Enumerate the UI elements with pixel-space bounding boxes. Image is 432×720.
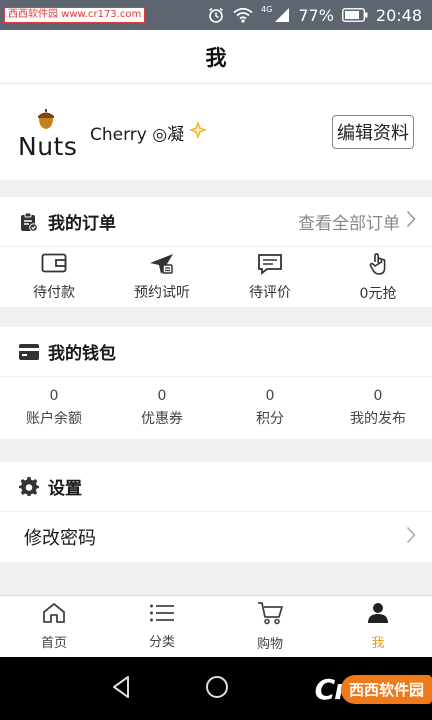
wallet-title: 我的钱包	[48, 344, 116, 364]
list-icon	[149, 603, 175, 627]
page-title: 我	[205, 45, 227, 70]
order-zero-yuan-grab-label: 0元抢	[359, 285, 397, 302]
change-password-label: 修改密码	[24, 528, 96, 549]
comment-icon	[257, 253, 283, 279]
gear-icon	[18, 476, 40, 498]
wallet-points-value: 0	[265, 388, 275, 404]
wallet-icon	[41, 253, 67, 279]
wifi-icon	[233, 7, 253, 23]
system-nav-bar: Cr 西西软件园	[0, 657, 432, 720]
wallet-coupons[interactable]: 0 优惠券	[108, 377, 216, 439]
bottom-tab-bar: 首页 分类 购物 我	[0, 595, 432, 657]
clipboard-icon	[18, 211, 40, 233]
wallet-coupons-label: 优惠券	[141, 411, 183, 427]
clock-time: 20:48	[375, 5, 422, 25]
order-trial-booking[interactable]: 预约试听	[108, 247, 216, 307]
orders-title: 我的订单	[48, 214, 116, 234]
wallet-coupons-value: 0	[157, 388, 167, 404]
username: Cherry ◎凝	[90, 120, 208, 145]
tab-shopping[interactable]: 购物	[216, 596, 324, 657]
order-zero-yuan-grab[interactable]: 0元抢	[324, 247, 432, 307]
chevron-right-icon	[406, 210, 416, 233]
home-icon	[42, 602, 66, 628]
view-all-orders-label: 查看全部订单	[298, 214, 400, 234]
settings-title: 设置	[48, 479, 82, 499]
wallet-points-label: 积分	[256, 411, 284, 427]
send-icon	[149, 253, 175, 279]
back-icon[interactable]	[108, 673, 136, 705]
wallet-my-posts-value: 0	[373, 388, 383, 404]
wallet-stats: 0 账户余额 0 优惠券 0 积分 0 我的发布	[0, 377, 432, 439]
wallet-my-posts-label: 我的发布	[350, 411, 406, 427]
settings-header: 设置	[0, 462, 432, 512]
status-icons: 4G 77% 20:48	[207, 4, 422, 25]
order-pending-payment-label: 待付款	[33, 284, 75, 301]
tab-me[interactable]: 我	[324, 596, 432, 657]
edit-profile-button[interactable]: 编辑资料	[332, 115, 414, 149]
battery-text: 77%	[298, 5, 334, 25]
wallet-balance-value: 0	[49, 388, 59, 404]
tab-home[interactable]: 首页	[0, 596, 108, 657]
acorn-icon	[38, 109, 54, 129]
title-bar: 我	[0, 30, 432, 84]
wallet-points[interactable]: 0 积分	[216, 377, 324, 439]
cart-icon	[257, 601, 283, 629]
order-trial-booking-label: 预约试听	[134, 284, 190, 301]
wallet-header: 我的钱包	[0, 327, 432, 377]
wallet-balance[interactable]: 0 账户余额	[0, 377, 108, 439]
status-bar: 西西软件园 www.cr173.com 4G 77% 20:48	[0, 0, 432, 30]
hand-tap-icon	[366, 252, 390, 280]
user-icon	[367, 602, 389, 628]
username-text: Cherry ◎凝	[90, 125, 185, 145]
network-label: 4G	[261, 4, 273, 14]
sparkle-badge-icon	[188, 120, 208, 145]
settings-card: 设置 修改密码	[0, 462, 432, 562]
wallet-balance-label: 账户余额	[26, 411, 82, 427]
change-password-item[interactable]: 修改密码	[0, 512, 432, 562]
order-shortcuts: 待付款 预约试听 待评价 0元抢	[0, 247, 432, 307]
signal-icon	[274, 7, 290, 23]
order-pending-review[interactable]: 待评价	[216, 247, 324, 307]
brand-watermark: Cr 西西软件园	[315, 671, 432, 707]
orders-card: 我的订单 查看全部订单 待付款 预约试听 待评价 0元抢	[0, 197, 432, 307]
tab-home-label: 首页	[40, 636, 67, 651]
order-pending-payment[interactable]: 待付款	[0, 247, 108, 307]
logo-text: Nuts	[18, 132, 78, 161]
brand-tag: 西西软件园	[340, 674, 432, 704]
wallet-my-posts[interactable]: 0 我的发布	[324, 377, 432, 439]
tab-category-label: 分类	[148, 635, 175, 650]
orders-header[interactable]: 我的订单 查看全部订单	[0, 197, 432, 247]
profile-card: Nuts Cherry ◎凝 编辑资料	[0, 84, 432, 180]
tab-category[interactable]: 分类	[108, 596, 216, 657]
alarm-icon	[207, 6, 225, 24]
battery-icon	[341, 8, 368, 22]
view-all-orders-link[interactable]: 查看全部订单	[298, 209, 416, 234]
order-pending-review-label: 待评价	[249, 284, 291, 301]
wallet-card: 我的钱包 0 账户余额 0 优惠券 0 积分 0 我的发布	[0, 327, 432, 439]
home-circle-icon[interactable]	[203, 673, 231, 705]
watermark: 西西软件园 www.cr173.com	[4, 7, 146, 23]
chevron-right-icon	[406, 526, 416, 548]
tab-me-label: 我	[371, 636, 385, 651]
tab-shopping-label: 购物	[256, 637, 283, 652]
nuts-logo: Nuts	[18, 106, 78, 162]
card-icon	[18, 341, 40, 363]
